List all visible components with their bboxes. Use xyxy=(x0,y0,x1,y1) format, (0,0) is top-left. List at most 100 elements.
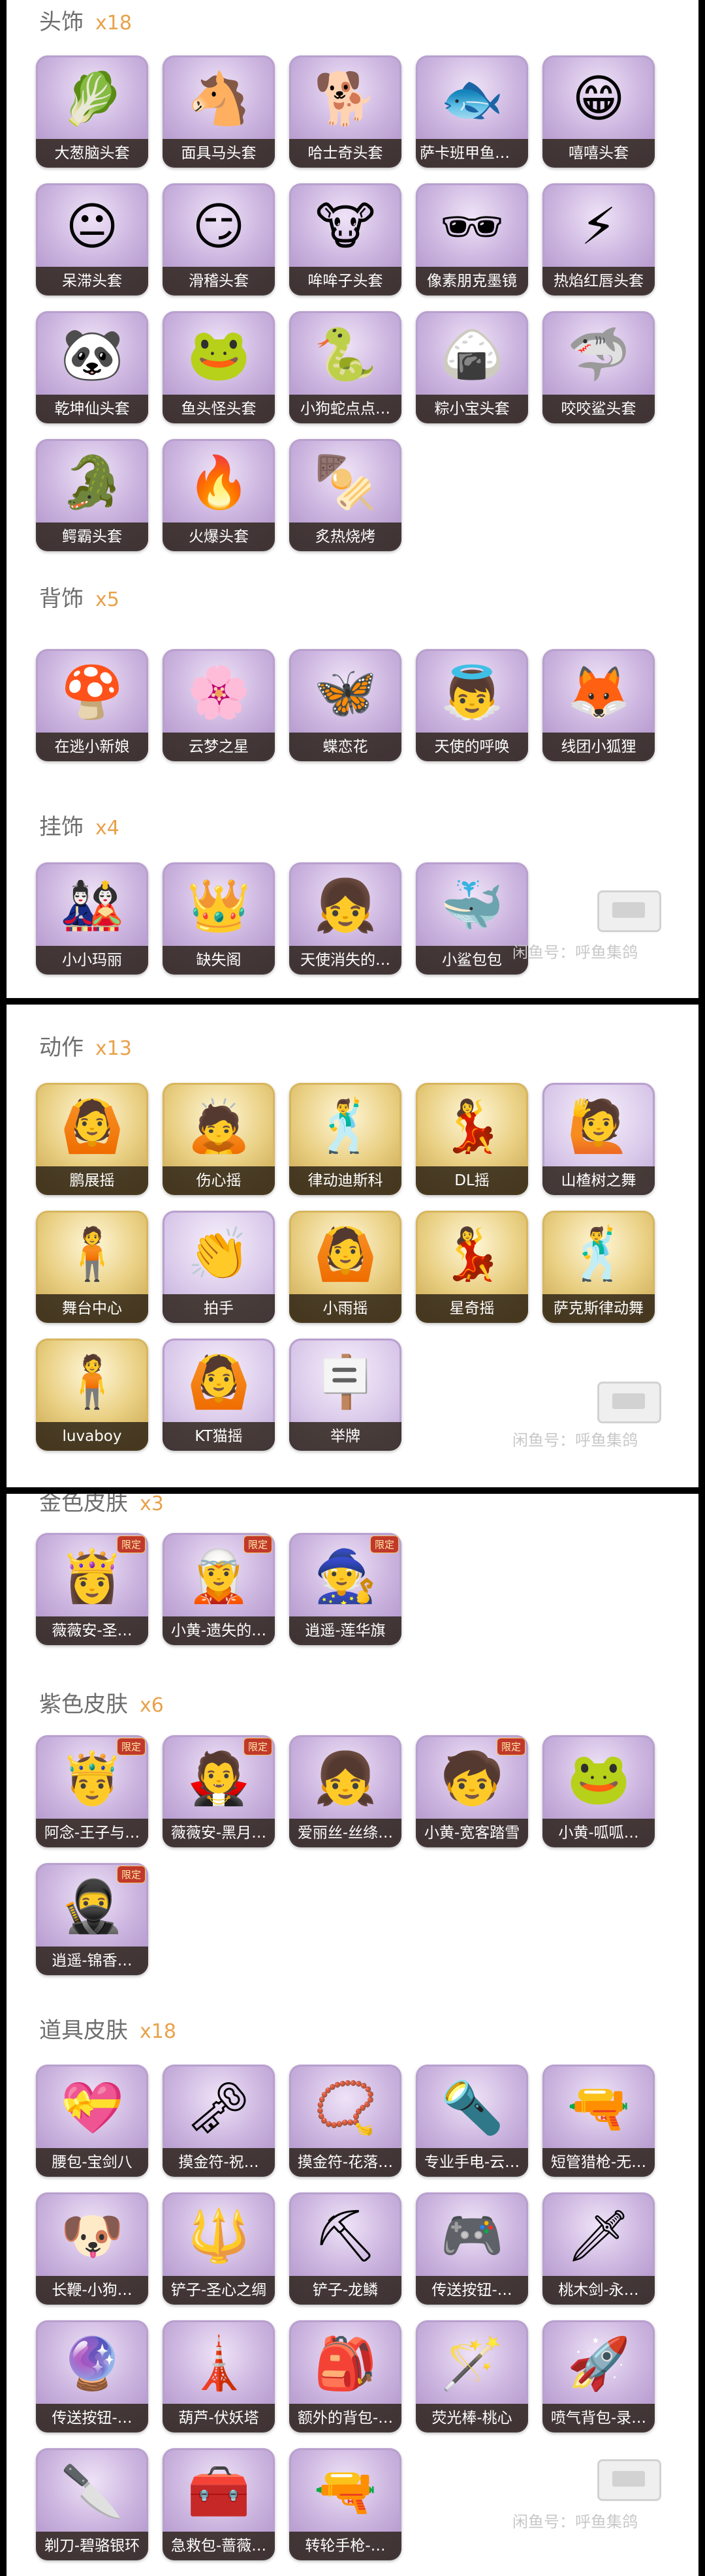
item-tile[interactable]: 🔥 火爆头套 xyxy=(163,439,275,551)
item-tile[interactable]: 👏 拍手 xyxy=(163,1211,275,1323)
item-tile[interactable]: 🐶 长鞭-小狗… xyxy=(36,2192,148,2305)
pose-icon: 🕺 xyxy=(567,1225,631,1284)
item-tile[interactable]: 🎮 传送按钮-… xyxy=(416,2192,528,2305)
item-label: 长鞭-小狗… xyxy=(36,2276,148,2305)
item-tile[interactable]: 🍄 在逃小新娘 xyxy=(36,649,148,761)
item-tile[interactable]: 🚀 喷气背包-录… xyxy=(542,2320,655,2432)
item-label: 短管猎枪-无… xyxy=(542,2148,655,2177)
item-tile[interactable]: 🔦 专业手电-云… xyxy=(416,2065,528,2177)
item-tile[interactable]: 🦋 蝶恋花 xyxy=(289,649,401,761)
item-label: 爱丽丝-丝绦… xyxy=(289,1819,401,1847)
item-label: 逍遥-莲华旗 xyxy=(289,1616,401,1645)
character-icon: 🧙 xyxy=(313,1547,377,1606)
item-tile[interactable]: 💝 腰包-宝剑八 xyxy=(36,2065,148,2177)
angel-doll-icon: 👧 xyxy=(313,877,377,935)
butterfly-icon: 🦋 xyxy=(313,663,377,722)
item-tile[interactable]: 👼 天使的呼唤 xyxy=(416,649,528,761)
item-tile[interactable]: 🕺 萨克斯律动舞 xyxy=(542,1211,655,1323)
item-tile[interactable]: 🙇 伤心摇 xyxy=(163,1083,275,1195)
item-tile[interactable]: 😐 呆滞头套 xyxy=(36,183,148,295)
item-tile[interactable]: 🐮 哞哞子头套 xyxy=(289,183,401,295)
item-tile[interactable]: 🪄 荧光棒-桃心 xyxy=(416,2320,528,2432)
item-tile[interactable]: 🐕 哈士奇头套 xyxy=(289,55,401,168)
bbq-icon: 🍢 xyxy=(313,453,377,512)
item-tile[interactable]: 🪧 举牌 xyxy=(289,1339,401,1451)
item-tile[interactable]: 🧒 限定 小黄-宽客踏雪 xyxy=(416,1735,528,1847)
item-tile[interactable]: 🔪 剃刀-碧骆银环 xyxy=(36,2448,148,2560)
item-tile[interactable]: 🍢 炙热烧烤 xyxy=(289,439,401,551)
item-tile[interactable]: 🙆 鹏展摇 xyxy=(36,1083,148,1195)
item-tile[interactable]: 🥬 大葱脑头套 xyxy=(36,55,148,168)
item-tile[interactable]: 👸 限定 薇薇安-圣… xyxy=(36,1533,148,1645)
item-tile[interactable]: 🗼 葫芦-伏妖塔 xyxy=(163,2320,275,2432)
item-tile[interactable]: 🌸 云梦之星 xyxy=(163,649,275,761)
grid-headwear: 🥬 大葱脑头套 🐴 面具马头套 🐕 哈士奇头套 🐟 萨卡班甲鱼头套 😁 嘻嘻头套 😐 呆滞头套 😏 滑稽头… xyxy=(36,55,655,551)
item-tile[interactable]: 🧍 luvaboy xyxy=(36,1339,148,1451)
item-tile[interactable]: 🗝 摸金符-祝… xyxy=(163,2065,275,2177)
panel-actions: 动作 x13 🙆 鹏展摇 🙇 伤心摇 🕺 律动迪斯科 💃 DL摇 🙋 山楂树之舞 🧍 舞台中心 👏 拍手 🙆 小… xyxy=(7,1005,698,1487)
item-label: 举牌 xyxy=(289,1422,401,1451)
panel-skins: 金色皮肤 x3 👸 限定 薇薇安-圣… 🧝 限定 小黄-遗失的… 🧙 限定 逍遥-莲华旗 紫色皮肤… xyxy=(7,1494,698,2576)
item-tile[interactable]: 🦊 线团小狐狸 xyxy=(542,649,655,761)
item-label: 铲子-龙鳞 xyxy=(289,2276,401,2305)
item-tile[interactable]: ⚡ 热焰红唇头套 xyxy=(542,183,655,295)
item-label: 乾坤仙头套 xyxy=(36,395,148,423)
item-tile[interactable]: 👧 天使消失的… xyxy=(289,862,401,975)
item-tile[interactable]: 🐍 小狗蛇点点… xyxy=(289,311,401,423)
item-tile[interactable]: 📿 摸金符-花落… xyxy=(289,2065,401,2177)
item-tile[interactable]: 🦈 咬咬鲨头套 xyxy=(542,311,655,423)
limited-badge: 限定 xyxy=(243,1738,272,1755)
item-tile[interactable]: 🙋 山楂树之舞 xyxy=(542,1083,655,1195)
section-count: x4 xyxy=(95,817,119,840)
panda-icon: 🐼 xyxy=(60,326,124,384)
cow-icon: 🐮 xyxy=(315,198,376,256)
item-tile[interactable]: 🎎 小小玛丽 xyxy=(36,862,148,975)
item-tile[interactable]: 🧝 限定 小黄-遗失的… xyxy=(163,1533,275,1645)
item-tile[interactable]: 👑 缺失阁 xyxy=(163,862,275,975)
item-tile[interactable]: 🐊 鳄霸头套 xyxy=(36,439,148,551)
item-tile[interactable]: 🤴 限定 阿念-王子与… xyxy=(36,1735,148,1847)
item-label: 剃刀-碧骆银环 xyxy=(36,2532,148,2560)
character-icon: 🧝 xyxy=(187,1547,251,1606)
whip-icon: 🐶 xyxy=(60,2207,124,2265)
item-tile[interactable]: 🐼 乾坤仙头套 xyxy=(36,311,148,423)
item-label: 粽小宝头套 xyxy=(416,395,528,423)
button-icon: 🎮 xyxy=(440,2207,504,2265)
item-tile[interactable]: 😁 嘻嘻头套 xyxy=(542,55,655,168)
shovel-icon: ⛏ xyxy=(313,2207,378,2265)
grid-actions: 🙆 鹏展摇 🙇 伤心摇 🕺 律动迪斯科 💃 DL摇 🙋 山楂树之舞 🧍 舞台中心 👏 拍手 🙆 小雨摇 💃 星奇摇… xyxy=(36,1083,655,1451)
section-title-item-skins: 道具皮肤 x18 xyxy=(39,2018,176,2044)
item-tile[interactable]: 🗡 桃木剑-永… xyxy=(542,2192,655,2305)
angel-icon: 👼 xyxy=(440,663,504,722)
talisman-icon: 🗝 xyxy=(186,2079,251,2138)
pose-icon: 👏 xyxy=(187,1225,251,1284)
section-title-gold-skins: 金色皮肤 x3 xyxy=(39,1494,164,1516)
item-tile[interactable]: ⛏ 铲子-龙鳞 xyxy=(289,2192,401,2305)
item-tile[interactable]: 🔱 铲子-圣心之绸 xyxy=(163,2192,275,2305)
item-tile[interactable]: 🙆 KT猫摇 xyxy=(163,1339,275,1451)
item-tile[interactable]: 🧍 舞台中心 xyxy=(36,1211,148,1323)
item-tile[interactable]: 🐸 鱼头怪头套 xyxy=(163,311,275,423)
item-tile[interactable]: 🕶 像素朋克墨镜 xyxy=(416,183,528,295)
item-tile[interactable]: 👧 爱丽丝-丝绦… xyxy=(289,1735,401,1847)
item-tile[interactable]: 💃 DL摇 xyxy=(416,1083,528,1195)
item-tile[interactable]: 🔮 传送按钮-… xyxy=(36,2320,148,2432)
item-tile[interactable]: 🐟 萨卡班甲鱼头套 xyxy=(416,55,528,168)
item-tile[interactable]: 🐳 小鲨包包 xyxy=(416,862,528,975)
item-tile[interactable]: 😏 滑稽头套 xyxy=(163,183,275,295)
item-tile[interactable]: 🧛 限定 薇薇安-黑月… xyxy=(163,1735,275,1847)
item-tile[interactable]: 🐸 小黄-呱呱… xyxy=(542,1735,655,1847)
item-tile[interactable]: 🍙 粽小宝头套 xyxy=(416,311,528,423)
item-tile[interactable]: 🕺 律动迪斯科 xyxy=(289,1083,401,1195)
item-tile[interactable]: 🥷 限定 逍遥-锦香… xyxy=(36,1863,148,1975)
item-tile[interactable]: 🧰 急救包-蔷薇… xyxy=(163,2448,275,2560)
item-tile[interactable]: 💃 星奇摇 xyxy=(416,1211,528,1323)
item-tile[interactable]: 🔫 转轮手枪-… xyxy=(289,2448,401,2560)
section-title-hanging: 挂饰 x4 xyxy=(39,814,119,840)
item-tile[interactable]: 🙆 小雨摇 xyxy=(289,1211,401,1323)
item-tile[interactable]: 🎒 额外的背包-… xyxy=(289,2320,401,2432)
section-title-back: 背饰 x5 xyxy=(39,586,119,612)
item-tile[interactable]: 🔫 短管猎枪-无… xyxy=(542,2065,655,2177)
item-tile[interactable]: 🐴 面具马头套 xyxy=(163,55,275,168)
item-tile[interactable]: 🧙 限定 逍遥-莲华旗 xyxy=(289,1533,401,1645)
